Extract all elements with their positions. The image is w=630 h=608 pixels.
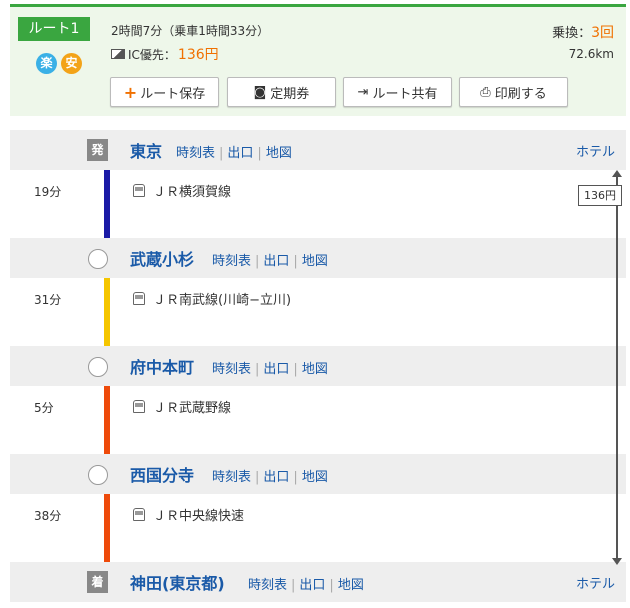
- route-badge[interactable]: ルート1: [18, 17, 90, 41]
- transfer-label: 乗換：: [552, 26, 592, 41]
- map-link[interactable]: 地図: [338, 578, 364, 593]
- save-route-label: ルート保存: [140, 86, 206, 102]
- station-name[interactable]: 西国分寺: [130, 462, 194, 486]
- map-link[interactable]: 地図: [302, 470, 328, 485]
- segment-train[interactable]: ＪＲ中央線快速: [133, 505, 244, 524]
- timetable-link[interactable]: 時刻表: [212, 362, 251, 377]
- segment-train[interactable]: ＪＲ武蔵野線: [133, 397, 231, 416]
- arrow-down-icon: [612, 558, 622, 565]
- segment-duration: 31分: [34, 293, 62, 307]
- station-links: 時刻表 | 出口 | 地図: [212, 362, 328, 377]
- hotel-link[interactable]: ホテル: [576, 141, 615, 160]
- train-icon: [133, 508, 145, 521]
- station-links: 時刻表 | 出口 | 地図: [212, 254, 328, 269]
- fare-marker: 136円: [578, 185, 622, 206]
- train-icon: [133, 184, 145, 197]
- timetable-link[interactable]: 時刻表: [212, 254, 251, 269]
- distance: 72.6km: [568, 47, 614, 61]
- travel-time: 2時間7分（乗車1時間33分）: [111, 24, 270, 38]
- line-name: ＪＲ南武線(川崎−立川): [153, 293, 292, 308]
- train-icon: [133, 400, 145, 413]
- easy-tag-icon: 楽: [36, 53, 57, 74]
- transfer-number: 3回: [591, 25, 614, 41]
- ic-card-icon: [111, 49, 125, 59]
- transfer-node: [88, 357, 108, 377]
- map-link[interactable]: 地図: [302, 362, 328, 377]
- cheap-tag-icon: 安: [61, 53, 82, 74]
- segment-train[interactable]: ＪＲ南武線(川崎−立川): [133, 289, 291, 308]
- transfer-count: 乗換：3回: [552, 22, 614, 42]
- arrive-mark: 着: [87, 571, 108, 593]
- station-name[interactable]: 府中本町: [130, 354, 194, 378]
- segment-train[interactable]: ＪＲ横須賀線: [133, 181, 231, 200]
- hotel-link[interactable]: ホテル: [576, 573, 615, 592]
- transfer-node: [88, 465, 108, 485]
- station-links: 時刻表 | 出口 | 地図: [248, 578, 364, 593]
- arrow-up-icon: [612, 170, 622, 177]
- timetable-link[interactable]: 時刻表: [212, 470, 251, 485]
- ic-fare-line: IC優先： 136円: [111, 44, 219, 64]
- exit-link[interactable]: 出口: [263, 254, 289, 269]
- print-button[interactable]: ⎙ 印刷する: [459, 77, 568, 107]
- segment-duration: 38分: [34, 509, 62, 523]
- segment-duration: 19分: [34, 185, 62, 199]
- exit-link[interactable]: 出口: [263, 470, 289, 485]
- station-name[interactable]: 武蔵小杉: [130, 246, 194, 270]
- timetable-link[interactable]: 時刻表: [248, 578, 287, 593]
- station-name[interactable]: 東京: [130, 138, 162, 162]
- fare-range-bar: [616, 176, 618, 562]
- exit-link[interactable]: 出口: [263, 362, 289, 377]
- pass-icon: ◙: [253, 84, 267, 100]
- station-links: 時刻表 | 出口 | 地図: [176, 146, 292, 161]
- transfer-node: [88, 249, 108, 269]
- line-name: ＪＲ横須賀線: [153, 185, 232, 200]
- line-name: ＪＲ中央線快速: [153, 509, 245, 524]
- print-label: 印刷する: [494, 86, 547, 102]
- printer-icon: ⎙: [480, 84, 491, 100]
- exit-link[interactable]: 出口: [227, 146, 253, 161]
- plus-icon: +: [123, 82, 138, 102]
- line-name: ＪＲ武蔵野線: [153, 401, 232, 416]
- train-icon: [133, 292, 145, 305]
- commuter-pass-label: 定期券: [270, 86, 310, 102]
- ic-label: IC優先：: [128, 47, 176, 62]
- share-icon: ⇥: [357, 84, 369, 100]
- share-route-button[interactable]: ⇥ ルート共有: [343, 77, 452, 107]
- share-route-label: ルート共有: [372, 86, 438, 102]
- depart-mark: 発: [87, 139, 108, 161]
- station-name[interactable]: 神田(東京都): [130, 570, 225, 594]
- fare-amount: 136円: [177, 47, 219, 63]
- exit-link[interactable]: 出口: [299, 578, 325, 593]
- route-summary-panel: ルート1 楽 安 2時間7分（乗車1時間33分） IC優先： 136円 乗換：3…: [10, 4, 626, 116]
- map-link[interactable]: 地図: [302, 254, 328, 269]
- segment-duration: 5分: [34, 401, 54, 415]
- station-links: 時刻表 | 出口 | 地図: [212, 470, 328, 485]
- map-link[interactable]: 地図: [266, 146, 292, 161]
- timetable-link[interactable]: 時刻表: [176, 146, 215, 161]
- save-route-button[interactable]: + ルート保存: [110, 77, 219, 107]
- commuter-pass-button[interactable]: ◙ 定期券: [227, 77, 336, 107]
